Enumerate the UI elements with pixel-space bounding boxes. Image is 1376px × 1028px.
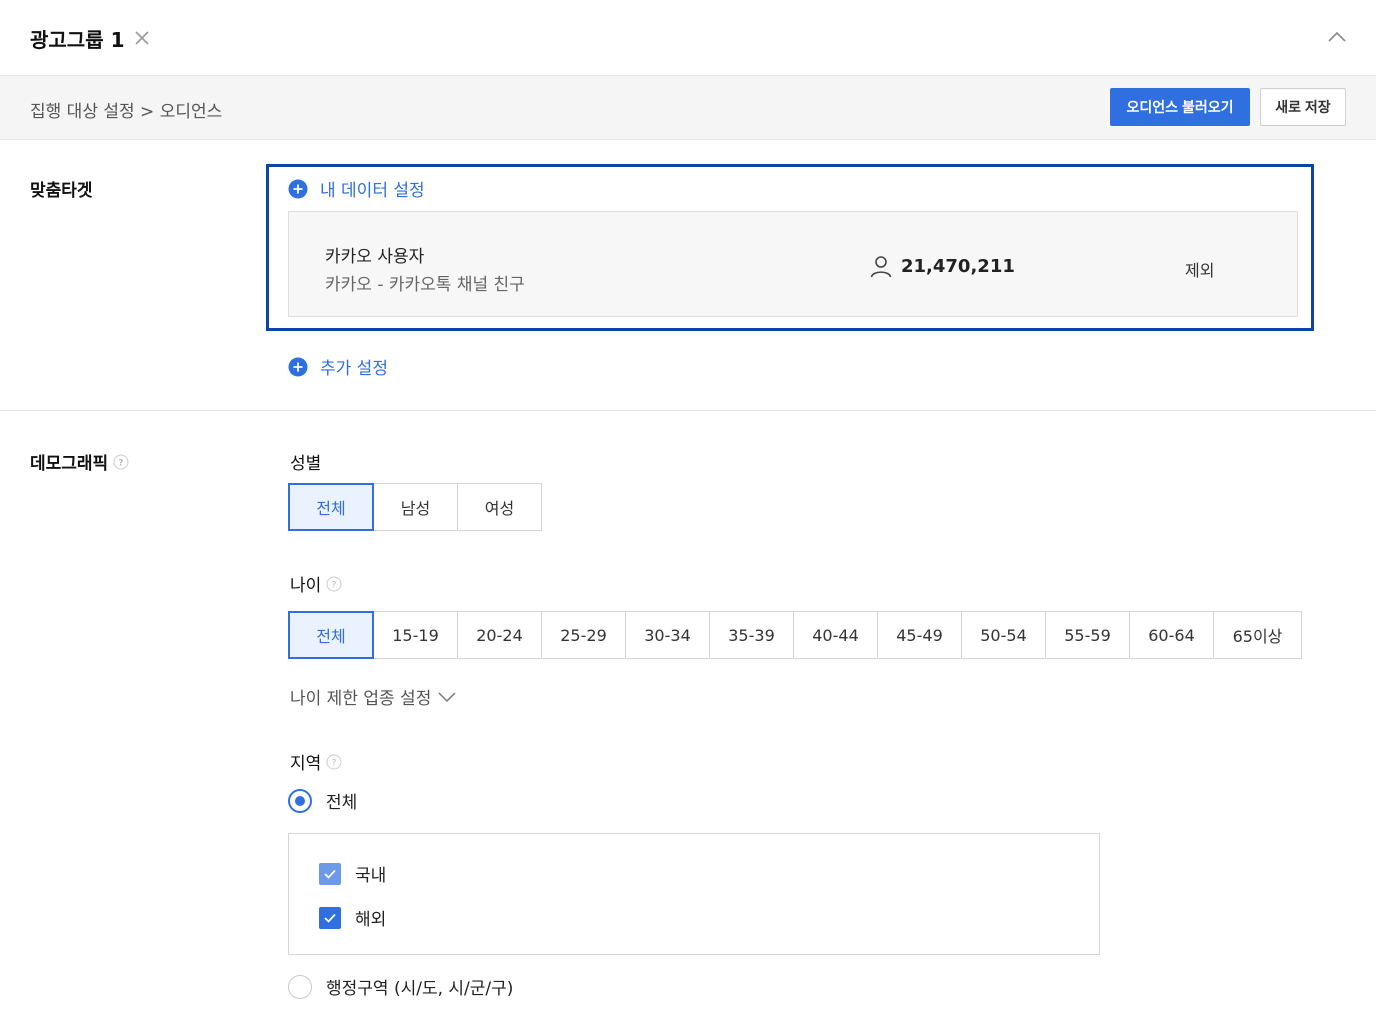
overseas-label: 해외 — [355, 910, 387, 930]
demographic-label: 데모그래픽 — [30, 454, 109, 474]
person-icon — [870, 256, 892, 278]
age-selector: 전체 15-19 20-24 25-29 30-34 35-39 40-44 45-49 50-… — [288, 611, 1302, 659]
audience-card: 카카오 사용자 카카오 - 카카오톡 채널 친구 21,470,211 제외 — [288, 211, 1298, 317]
domestic-check[interactable]: 국내 — [319, 861, 386, 886]
my-data-setting-label: 내 데이터 설정 — [320, 181, 425, 201]
age-option[interactable]: 40-44 — [793, 611, 878, 659]
svg-text:?: ? — [332, 580, 337, 590]
chevron-up-icon[interactable] — [1326, 26, 1348, 48]
radio-unselected[interactable] — [288, 974, 312, 999]
age-option[interactable]: 55-59 — [1045, 611, 1130, 659]
region-all-label: 전체 — [326, 793, 358, 813]
custom-target-label: 맞춤타겟 — [30, 181, 93, 201]
check-icon — [324, 913, 336, 923]
chevron-down-icon — [438, 691, 456, 702]
audience-source: 카카오 - 카카오톡 채널 친구 — [325, 275, 525, 295]
load-audience-button[interactable]: 오디언스 불러오기 — [1110, 88, 1250, 126]
add-setting-link[interactable]: 추가 설정 — [288, 354, 388, 379]
close-icon[interactable] — [132, 28, 152, 48]
age-option[interactable]: 20-24 — [457, 611, 542, 659]
region-label-row: 지역 ? — [290, 749, 342, 774]
add-setting-label: 추가 설정 — [320, 359, 388, 379]
region-label: 지역 — [290, 754, 322, 774]
my-data-setting-link[interactable]: 내 데이터 설정 — [288, 176, 425, 201]
domestic-label: 국내 — [355, 866, 387, 886]
radio-selected[interactable] — [288, 788, 312, 813]
exclude-button[interactable]: 제외 — [1185, 257, 1214, 281]
checkbox-checked[interactable] — [319, 906, 341, 929]
region-admin-label: 행정구역 (시/도, 시/군/구) — [326, 979, 514, 999]
svg-text:?: ? — [332, 758, 337, 768]
gender-option[interactable]: 전체 — [288, 483, 374, 531]
help-icon[interactable]: ? — [113, 454, 129, 470]
help-icon[interactable]: ? — [326, 576, 342, 592]
age-option[interactable]: 50-54 — [961, 611, 1046, 659]
ad-group-title: 광고그룹 1 — [30, 28, 125, 52]
section-divider — [0, 410, 1376, 411]
checkbox-checked[interactable] — [319, 862, 341, 885]
plus-circle-icon — [288, 357, 308, 376]
gender-option[interactable]: 남성 — [373, 483, 458, 531]
age-option[interactable]: 65이상 — [1213, 611, 1302, 659]
age-restricted-link[interactable]: 나이 제한 업종 설정 — [290, 684, 457, 709]
age-option[interactable]: 45-49 — [877, 611, 962, 659]
age-option[interactable]: 35-39 — [709, 611, 794, 659]
gender-option[interactable]: 여성 — [457, 483, 542, 531]
age-option[interactable]: 60-64 — [1129, 611, 1214, 659]
check-icon — [324, 869, 336, 879]
age-option[interactable]: 15-19 — [373, 611, 458, 659]
age-label-row: 나이 ? — [290, 571, 342, 596]
region-all-option[interactable]: 전체 — [288, 788, 357, 813]
age-option[interactable]: 30-34 — [625, 611, 710, 659]
age-option[interactable]: 전체 — [288, 611, 374, 659]
gender-selector: 전체 남성 여성 — [288, 483, 542, 531]
audience-size: 21,470,211 — [869, 254, 1015, 278]
age-restricted-label: 나이 제한 업종 설정 — [290, 689, 432, 709]
age-option[interactable]: 25-29 — [541, 611, 626, 659]
overseas-check[interactable]: 해외 — [319, 905, 386, 930]
svg-text:?: ? — [119, 458, 124, 468]
age-label: 나이 — [290, 576, 322, 596]
gender-label: 성별 — [290, 454, 322, 474]
breadcrumb: 집행 대상 설정 > 오디언스 — [30, 102, 223, 122]
region-scope-box: 국내 해외 — [288, 833, 1100, 955]
panel-header: 광고그룹 1 — [0, 0, 1376, 76]
region-admin-option[interactable]: 행정구역 (시/도, 시/군/구) — [288, 974, 513, 999]
save-new-button[interactable]: 새로 저장 — [1260, 88, 1346, 126]
help-icon[interactable]: ? — [326, 754, 342, 770]
demographic-label-row: 데모그래픽 ? — [30, 449, 129, 474]
plus-circle-icon — [288, 179, 308, 198]
audience-name: 카카오 사용자 — [325, 247, 425, 267]
audience-count: 21,470,211 — [901, 255, 1015, 277]
